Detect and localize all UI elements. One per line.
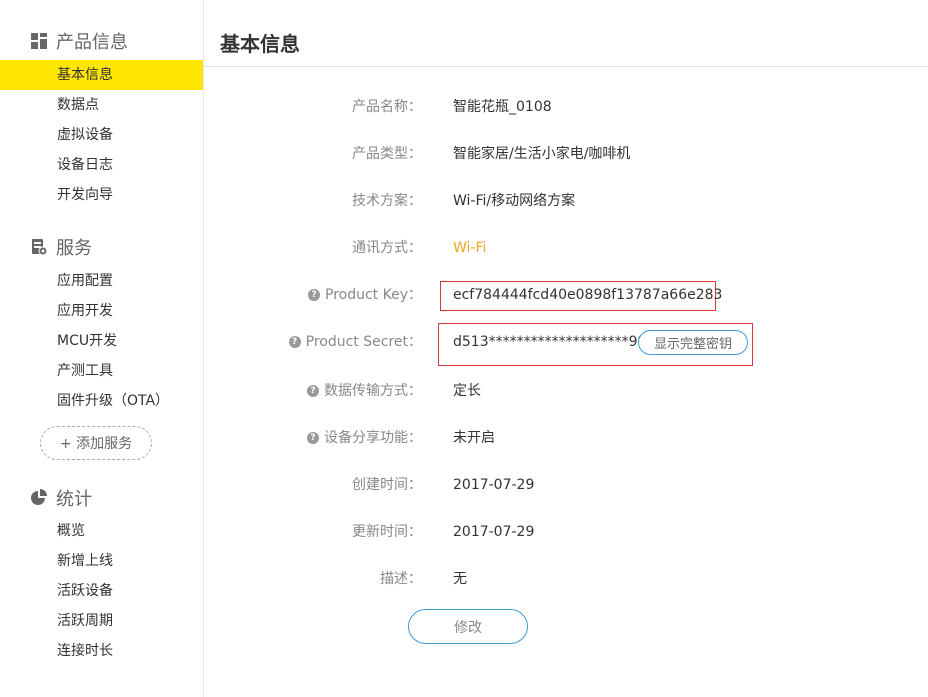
field-value: 智能家居/生活小家电/咖啡机 xyxy=(453,146,631,162)
pie-chart-icon xyxy=(30,489,48,507)
field-label-text: Product Key： xyxy=(325,287,422,303)
field-label-text: 数据传输方式： xyxy=(324,383,422,399)
sidebar-item-overview[interactable]: 概览 xyxy=(0,516,203,546)
field-value: 2017-07-29 xyxy=(453,477,535,493)
sidebar-item-app-config[interactable]: 应用配置 xyxy=(0,266,203,296)
field-label-text: 设备分享功能： xyxy=(324,430,422,446)
field-label: 通讯方式： xyxy=(352,240,422,256)
field-label: 技术方案： xyxy=(352,193,422,209)
field-label: ? 设备分享功能： xyxy=(307,426,422,450)
sidebar-item-basic-info[interactable]: 基本信息 xyxy=(0,60,203,90)
sidebar-item-data-points[interactable]: 数据点 xyxy=(0,90,203,120)
grid-icon xyxy=(30,32,48,50)
field-row-comm-method: 通讯方式： Wi-Fi xyxy=(204,236,928,260)
field-row-product-type: 产品类型： 智能家居/生活小家电/咖啡机 xyxy=(204,142,928,166)
sidebar-item-virtual-device[interactable]: 虚拟设备 xyxy=(0,120,203,150)
field-label: ? 数据传输方式： xyxy=(307,379,422,403)
sidebar-item-active-period[interactable]: 活跃周期 xyxy=(0,606,203,636)
field-row-product-secret: ? Product Secret： d513*******************… xyxy=(204,330,928,354)
sidebar-item-active-devices[interactable]: 活跃设备 xyxy=(0,576,203,606)
field-row-product-key: ? Product Key： ecf784444fcd40e0898f13787a… xyxy=(204,283,928,307)
help-icon[interactable]: ? xyxy=(307,432,319,444)
field-value: d513********************9913 xyxy=(453,334,665,350)
sidebar-item-test-tool[interactable]: 产测工具 xyxy=(0,356,203,386)
field-row-data-transfer: ? 数据传输方式： 定长 xyxy=(204,379,928,403)
field-row-created: 创建时间： 2017-07-29 xyxy=(204,473,928,497)
sidebar-item-mcu-dev[interactable]: MCU开发 xyxy=(0,326,203,356)
field-label: 更新时间： xyxy=(352,524,422,540)
section-product-info: 产品信息 xyxy=(30,28,128,54)
show-full-secret-button[interactable]: 显示完整密钥 xyxy=(638,330,748,355)
section-title: 服务 xyxy=(56,238,92,259)
field-label: 产品名称： xyxy=(352,99,422,115)
field-value: 2017-07-29 xyxy=(453,524,535,540)
sidebar-item-app-dev[interactable]: 应用开发 xyxy=(0,296,203,326)
field-row-device-share: ? 设备分享功能： 未开启 xyxy=(204,426,928,450)
field-row-product-name: 产品名称： 智能花瓶_0108 xyxy=(204,95,928,119)
section-statistics: 统计 xyxy=(30,485,92,511)
divider xyxy=(204,66,928,67)
field-value: 未开启 xyxy=(453,430,495,446)
field-value: Wi-Fi xyxy=(453,240,487,256)
field-label: ? Product Key： xyxy=(308,283,422,307)
help-icon[interactable]: ? xyxy=(308,289,320,301)
sidebar-item-connect-duration[interactable]: 连接时长 xyxy=(0,636,203,666)
sidebar-item-ota[interactable]: 固件升级（OTA） xyxy=(0,386,203,416)
help-icon[interactable]: ? xyxy=(307,385,319,397)
field-value: ecf784444fcd40e0898f13787a66e283 xyxy=(453,287,723,303)
field-label-text: Product Secret： xyxy=(305,334,422,350)
field-label: 创建时间： xyxy=(352,477,422,493)
field-value: 无 xyxy=(453,571,467,587)
server-icon xyxy=(30,238,48,256)
sidebar: 产品信息 基本信息 数据点 虚拟设备 设备日志 开发向导 服务 应用配置 应用开… xyxy=(0,0,204,697)
field-value: 智能花瓶_0108 xyxy=(453,99,552,115)
field-row-description: 描述： 无 xyxy=(204,567,928,591)
help-icon[interactable]: ? xyxy=(288,336,301,348)
field-value: Wi-Fi/移动网络方案 xyxy=(453,193,576,209)
add-service-button[interactable]: + 添加服务 xyxy=(40,426,152,460)
page-title: 基本信息 xyxy=(220,32,300,56)
modify-button[interactable]: 修改 xyxy=(408,609,528,644)
field-label: 产品类型： xyxy=(352,146,422,162)
field-row-tech-solution: 技术方案： Wi-Fi/移动网络方案 xyxy=(204,189,928,213)
sidebar-item-device-log[interactable]: 设备日志 xyxy=(0,150,203,180)
section-services: 服务 xyxy=(30,234,92,260)
field-label: ? Product Secret： xyxy=(288,330,422,354)
section-title: 产品信息 xyxy=(56,32,128,53)
field-value: 定长 xyxy=(453,383,481,399)
field-row-updated: 更新时间： 2017-07-29 xyxy=(204,520,928,544)
field-label: 描述： xyxy=(380,571,422,587)
section-title: 统计 xyxy=(56,489,92,510)
sidebar-item-new-online[interactable]: 新增上线 xyxy=(0,546,203,576)
sidebar-item-dev-guide[interactable]: 开发向导 xyxy=(0,180,203,210)
